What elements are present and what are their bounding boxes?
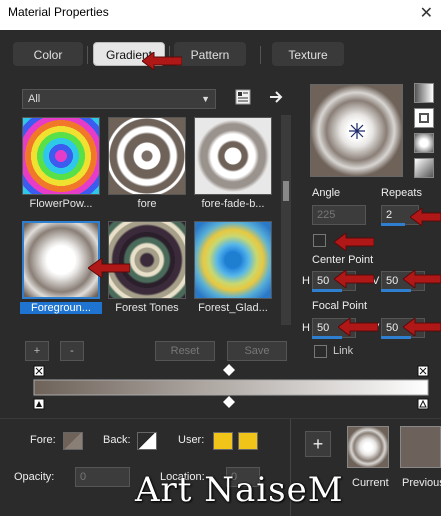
gradient-thumbnail	[194, 221, 272, 299]
tab-bar: Color Gradient Pattern Texture	[0, 38, 441, 70]
reset-button[interactable]: Reset	[155, 341, 215, 361]
fore-swatch[interactable]	[63, 432, 83, 450]
center-point-label: Center Point	[312, 254, 374, 266]
center-h-label: H	[302, 275, 310, 287]
arrow-annotation	[403, 270, 441, 288]
focal-v-slider[interactable]	[381, 336, 411, 339]
tab-separator	[260, 46, 261, 64]
focal-point-label: Focal Point	[312, 300, 368, 312]
current-swatch[interactable]	[347, 426, 389, 468]
close-icon[interactable]: ✕	[420, 3, 433, 23]
link-label: Link	[333, 345, 354, 357]
center-point-icon[interactable]	[349, 123, 365, 139]
window-title: Material Properties	[8, 5, 109, 19]
gradient-label: fore	[137, 198, 157, 210]
gradient-label: Foregroun...	[20, 302, 102, 314]
gradient-item[interactable]: Forest_Glad...	[192, 219, 274, 319]
user-label: User:	[178, 434, 205, 446]
category-select-value: All	[28, 93, 41, 105]
gradient-label: fore-fade-b...	[201, 198, 265, 210]
tab-separator	[87, 46, 88, 64]
tab-texture[interactable]: Texture	[272, 42, 344, 66]
gradient-item[interactable]: fore	[106, 115, 188, 215]
focal-v-value: 50	[386, 322, 399, 334]
link-checkbox[interactable]	[314, 345, 327, 358]
back-label: Back:	[103, 434, 131, 446]
focal-h-value: 50	[317, 322, 330, 334]
add-swatch-button[interactable]: +	[305, 431, 331, 457]
tab-color[interactable]: Color	[13, 42, 83, 66]
arrow-annotation	[410, 208, 441, 226]
center-v-slider[interactable]	[381, 289, 411, 292]
gradient-list-scrollbar[interactable]	[281, 115, 291, 325]
gradient-thumbnail	[108, 117, 186, 195]
linear-style-button[interactable]	[414, 83, 434, 103]
arrow-annotation	[142, 52, 182, 70]
angle-input[interactable]: 225	[312, 205, 366, 225]
opacity-label: Opacity:	[14, 471, 55, 483]
previous-label: Previous	[402, 477, 441, 489]
watermark-text: Art NaiseM	[135, 470, 344, 510]
gradient-label: Forest_Glad...	[198, 302, 268, 314]
center-v-value: 50	[386, 275, 399, 287]
radial-style-button[interactable]	[414, 158, 434, 178]
add-gradient-button[interactable]: +	[25, 341, 49, 361]
center-h-slider[interactable]	[312, 289, 342, 292]
sunburst-style-button[interactable]	[414, 133, 434, 153]
opacity-input[interactable]: 0	[75, 467, 130, 487]
scrollbar-thumb[interactable]	[283, 181, 289, 201]
back-swatch[interactable]	[137, 432, 157, 450]
gradient-label: Forest Tones	[115, 302, 179, 314]
gradient-item[interactable]: fore-fade-b...	[192, 115, 274, 215]
repeats-slider[interactable]	[381, 223, 405, 226]
fore-label: Fore:	[30, 434, 56, 446]
gradient-list: FlowerPow... fore fore-fade-b... Foregro…	[20, 115, 280, 325]
invert-checkbox[interactable]	[313, 234, 326, 247]
angle-value: 225	[317, 209, 336, 221]
repeats-label: Repeats	[381, 187, 422, 199]
user-swatch[interactable]	[238, 432, 258, 450]
gradient-label: FlowerPow...	[29, 198, 93, 210]
gradient-item[interactable]: FlowerPow...	[20, 115, 102, 215]
arrow-right-icon[interactable]	[268, 89, 284, 105]
category-select[interactable]: All ▼	[22, 89, 216, 109]
tab-pattern[interactable]: Pattern	[174, 42, 246, 66]
remove-gradient-button[interactable]: -	[60, 341, 84, 361]
title-bar: Material Properties ✕	[0, 0, 441, 30]
arrow-annotation	[334, 233, 374, 251]
arrow-annotation	[338, 318, 378, 336]
user-swatch[interactable]	[213, 432, 233, 450]
current-label: Current	[352, 477, 389, 489]
focal-h-label: H	[302, 322, 310, 334]
chevron-down-icon: ▼	[201, 94, 210, 104]
rectangular-style-button[interactable]	[414, 108, 434, 128]
previous-swatch[interactable]	[400, 426, 441, 468]
gradient-thumbnail	[22, 117, 100, 195]
gradient-editor[interactable]	[28, 362, 433, 412]
list-view-icon[interactable]	[235, 89, 251, 105]
gradient-thumbnail	[194, 117, 272, 195]
arrow-annotation	[403, 318, 441, 336]
angle-label: Angle	[312, 187, 341, 199]
arrow-annotation	[88, 258, 130, 278]
repeats-value: 2	[386, 209, 393, 221]
save-button[interactable]: Save	[227, 341, 287, 361]
focal-h-slider[interactable]	[312, 336, 342, 339]
opacity-value: 0	[80, 471, 87, 483]
arrow-annotation	[334, 270, 374, 288]
gradient-preview[interactable]	[310, 84, 403, 177]
center-h-value: 50	[317, 275, 330, 287]
